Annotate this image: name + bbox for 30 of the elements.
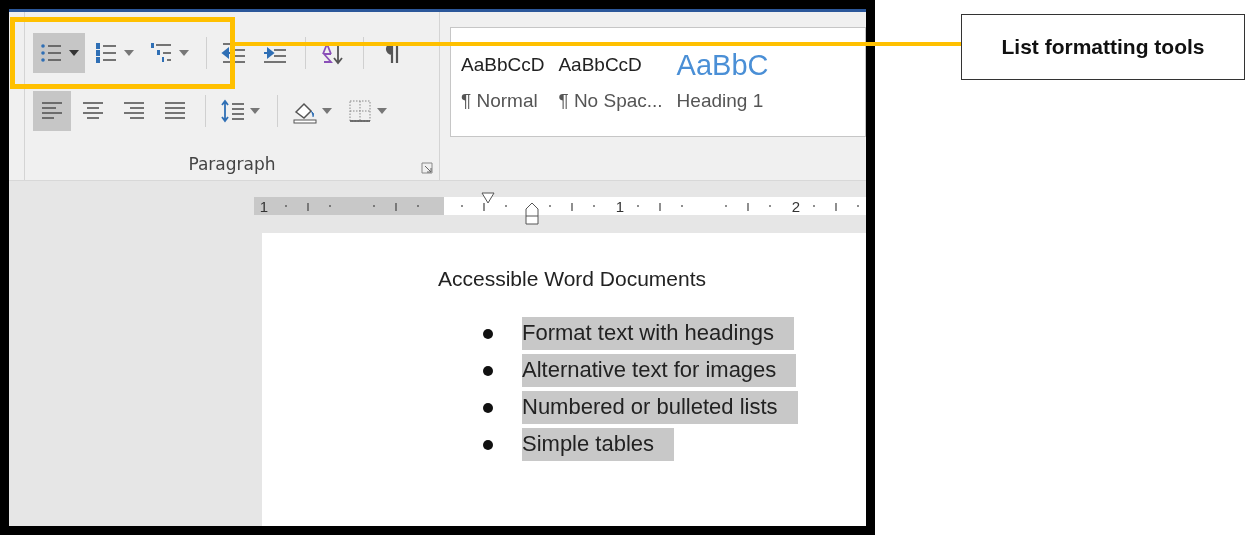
- caret-icon: [69, 50, 79, 56]
- align-left-button[interactable]: [33, 91, 71, 131]
- caret-icon: [322, 108, 332, 114]
- outdent-arrow-icon: [221, 40, 247, 66]
- ruler-number: 1: [259, 198, 269, 215]
- list-item: Format text with headings: [522, 317, 794, 350]
- bullets-button[interactable]: [33, 33, 85, 73]
- caret-icon: [179, 50, 189, 56]
- list-item: Simple tables: [522, 428, 675, 461]
- list-item: Alternative text for images: [522, 354, 797, 387]
- bullet-icon: [483, 402, 493, 413]
- bullet-icon: [483, 365, 493, 376]
- document-title: Accessible Word Documents: [438, 267, 708, 291]
- list-item: Numbered or bulleted lists: [522, 391, 798, 424]
- style-item[interactable]: AaBbCcD ¶ Normal: [461, 50, 545, 136]
- bullet-icon: [483, 439, 493, 450]
- dialog-launcher-icon[interactable]: [421, 162, 433, 174]
- line-spacing-icon: [220, 98, 246, 124]
- style-item[interactable]: AaBbCcD ¶ No Spac...: [558, 50, 663, 136]
- caret-icon: [124, 50, 134, 56]
- bullet-icon: [483, 328, 493, 339]
- caret-icon: [250, 108, 260, 114]
- caret-icon: [377, 108, 387, 114]
- first-line-indent-marker[interactable]: [481, 192, 495, 204]
- style-item[interactable]: AaBbC Heading 1: [676, 50, 769, 136]
- callout-label: List formatting tools: [961, 14, 1245, 80]
- ruler-number: 2: [791, 198, 801, 215]
- ruler-number: 1: [615, 198, 625, 215]
- borders-icon: [347, 98, 373, 124]
- group-label: Paragraph: [188, 154, 276, 174]
